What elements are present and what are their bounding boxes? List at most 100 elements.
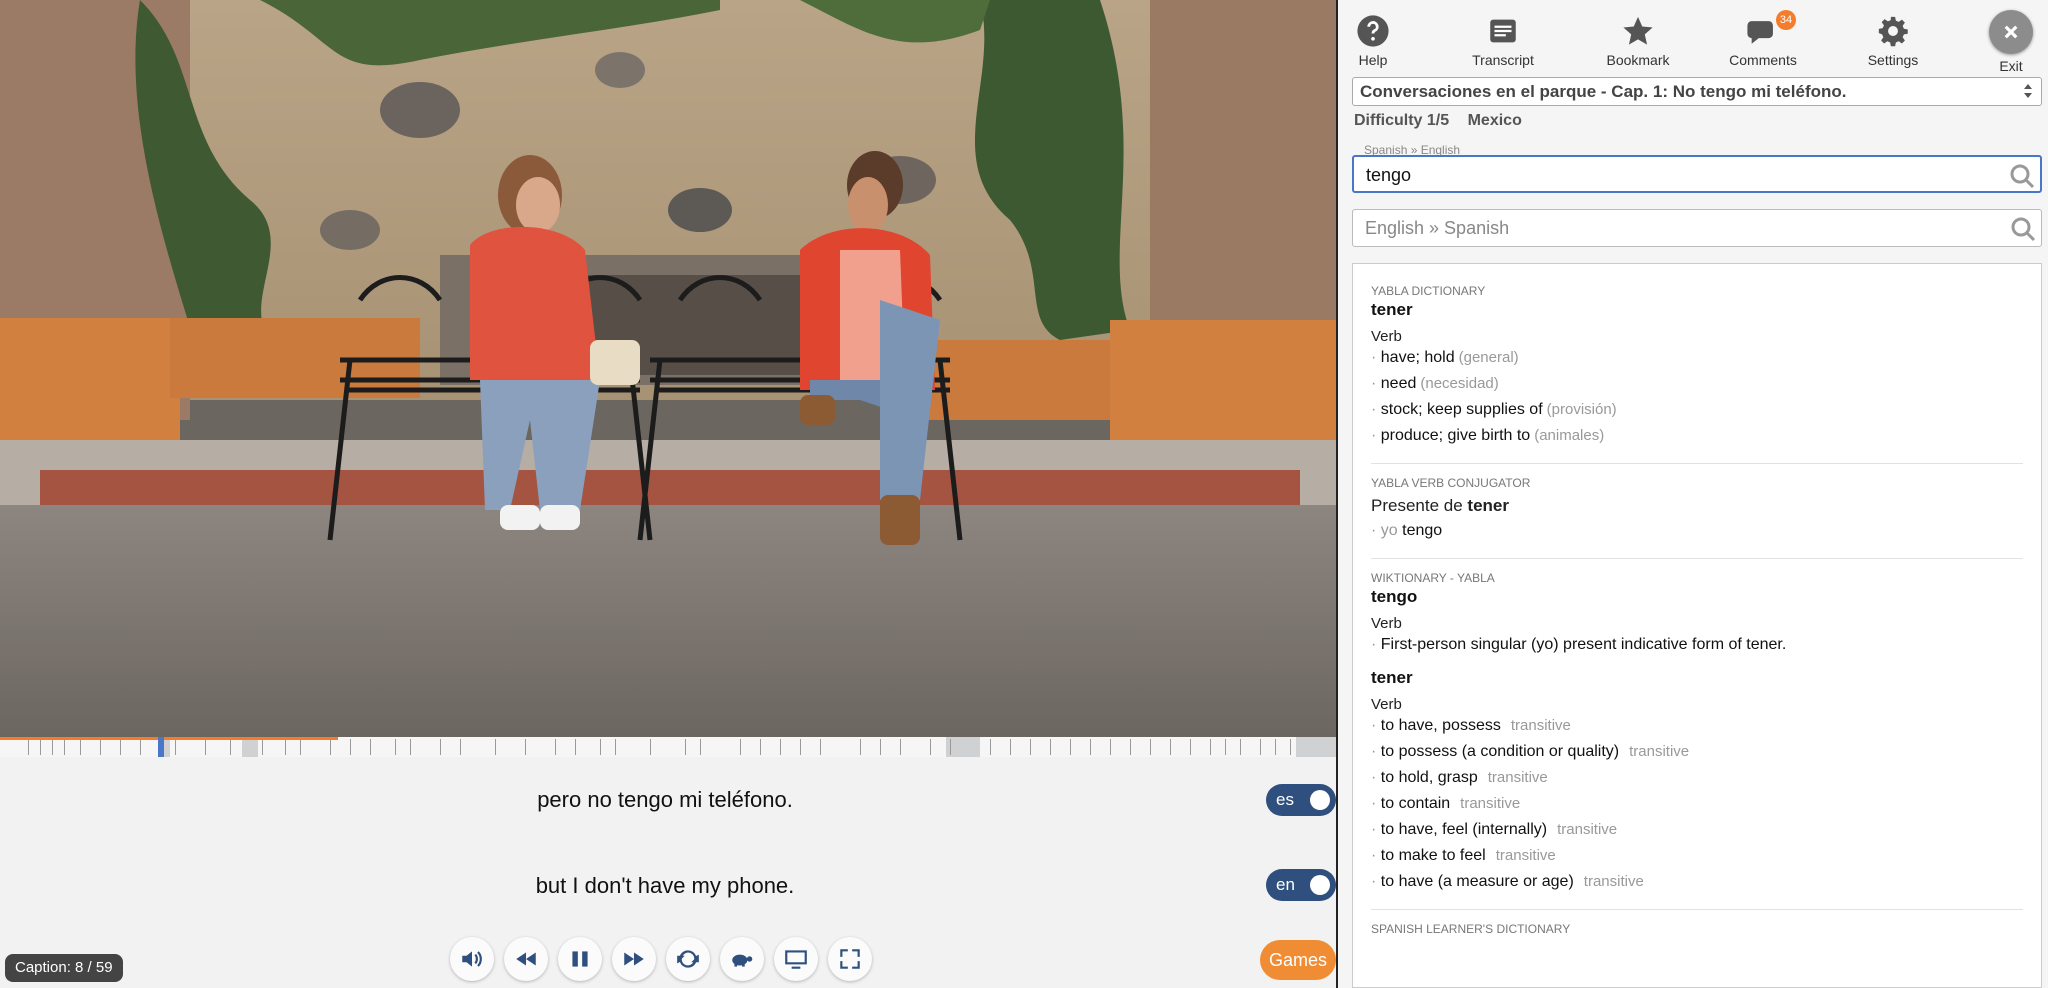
- comments-button[interactable]: 34 Comments: [1716, 10, 1810, 68]
- caption-tick[interactable]: [700, 739, 701, 755]
- settings-button[interactable]: Settings: [1848, 14, 1938, 68]
- games-button[interactable]: Games: [1260, 940, 1336, 980]
- pause-button[interactable]: [558, 937, 602, 981]
- caption-tick[interactable]: [205, 739, 206, 755]
- caption-tick[interactable]: [1275, 739, 1276, 755]
- video-frame: [0, 0, 1336, 738]
- caption-tick[interactable]: [780, 739, 781, 755]
- caption-tick[interactable]: [100, 739, 101, 755]
- definition-text: to have (a measure or age): [1380, 873, 1574, 890]
- caption-tick[interactable]: [1170, 739, 1171, 755]
- spanish-caption-toggle[interactable]: es: [1266, 784, 1336, 816]
- caption-tick[interactable]: [140, 739, 141, 755]
- caption-tick[interactable]: [395, 739, 396, 755]
- spanish-search-input[interactable]: tengo: [1352, 155, 2042, 193]
- caption-tick[interactable]: [80, 739, 81, 755]
- caption-tick[interactable]: [440, 739, 441, 755]
- caption-tick[interactable]: [555, 739, 556, 755]
- caption-tick[interactable]: [1090, 739, 1091, 755]
- caption-tick[interactable]: [860, 739, 861, 755]
- loop-button[interactable]: [666, 937, 710, 981]
- caption-tick[interactable]: [1050, 739, 1051, 755]
- volume-button[interactable]: [450, 937, 494, 981]
- timeline-playhead[interactable]: [158, 737, 164, 757]
- timeline-segment[interactable]: [980, 737, 1296, 757]
- caption-tick[interactable]: [262, 739, 263, 755]
- screen-mode-button[interactable]: [774, 937, 818, 981]
- caption-timeline[interactable]: [0, 737, 1336, 757]
- caption-tick[interactable]: [1010, 739, 1011, 755]
- caption-tick[interactable]: [1150, 739, 1151, 755]
- bookmark-button[interactable]: Bookmark: [1588, 14, 1688, 68]
- english-search-input[interactable]: English » Spanish: [1352, 209, 2042, 247]
- caption-tick[interactable]: [64, 739, 65, 755]
- caption-tick[interactable]: [40, 739, 41, 755]
- caption-tick[interactable]: [410, 739, 411, 755]
- dictionary-results: YABLA DICTIONARY tener Verb · have; hold…: [1352, 263, 2042, 988]
- caption-tick[interactable]: [350, 739, 351, 755]
- caption-tick[interactable]: [650, 739, 651, 755]
- caption-tick[interactable]: [1190, 739, 1191, 755]
- search-icon[interactable]: [2009, 215, 2037, 243]
- caption-tick[interactable]: [685, 739, 686, 755]
- learners-source: SPANISH LEARNER'S DICTIONARY: [1371, 922, 1571, 936]
- wiktionary-headword: tengo: [1371, 587, 1418, 606]
- volume-icon: [462, 951, 482, 967]
- caption-tick[interactable]: [930, 739, 931, 755]
- caption-tick[interactable]: [1260, 739, 1261, 755]
- timeline-segment[interactable]: [258, 737, 946, 757]
- help-button[interactable]: Help: [1348, 14, 1398, 68]
- caption-tick[interactable]: [880, 739, 881, 755]
- rewind-button[interactable]: [504, 937, 548, 981]
- english-caption[interactable]: but I don't have my phone.: [0, 873, 1330, 899]
- caption-tick[interactable]: [1110, 739, 1111, 755]
- caption-tick[interactable]: [990, 739, 991, 755]
- caption-tick[interactable]: [460, 739, 461, 755]
- fullscreen-button[interactable]: [828, 937, 872, 981]
- caption-tick[interactable]: [760, 739, 761, 755]
- forward-button[interactable]: [612, 937, 656, 981]
- caption-tick[interactable]: [820, 739, 821, 755]
- english-caption-toggle[interactable]: en: [1266, 869, 1336, 901]
- toggle-knob: [1310, 875, 1330, 895]
- exit-button[interactable]: Exit: [1986, 10, 2036, 74]
- transcript-button[interactable]: Transcript: [1458, 14, 1548, 68]
- caption-tick[interactable]: [175, 739, 176, 755]
- caption-tick[interactable]: [1070, 739, 1071, 755]
- caption-tick[interactable]: [370, 739, 371, 755]
- definition-text: First-person singular (yo) present indic…: [1380, 636, 1787, 653]
- caption-tick[interactable]: [330, 739, 331, 755]
- caption-tick[interactable]: [230, 739, 231, 755]
- search-icon[interactable]: [2008, 162, 2036, 190]
- caption-tick[interactable]: [615, 739, 616, 755]
- dictionary-headword: tener: [1371, 300, 1413, 319]
- spanish-caption[interactable]: pero no tengo mi teléfono.: [0, 787, 1330, 813]
- caption-tick[interactable]: [525, 739, 526, 755]
- caption-tick[interactable]: [1030, 739, 1031, 755]
- video-player[interactable]: [0, 0, 1336, 738]
- caption-tick[interactable]: [120, 739, 121, 755]
- caption-tick[interactable]: [900, 739, 901, 755]
- caption-tick[interactable]: [575, 739, 576, 755]
- caption-tick[interactable]: [285, 739, 286, 755]
- caption-tick[interactable]: [800, 739, 801, 755]
- dictionary-pos: Verb: [1371, 328, 1402, 345]
- caption-tick[interactable]: [740, 739, 741, 755]
- video-title-select[interactable]: Conversaciones en el parque - Cap. 1: No…: [1352, 77, 2042, 106]
- caption-tick[interactable]: [52, 739, 53, 755]
- caption-tick[interactable]: [1225, 739, 1226, 755]
- caption-tick[interactable]: [1130, 739, 1131, 755]
- caption-tick[interactable]: [1240, 739, 1241, 755]
- caption-tick[interactable]: [300, 739, 301, 755]
- definition-text: to contain: [1380, 795, 1451, 812]
- caption-tick[interactable]: [28, 739, 29, 755]
- definition-tag: transitive: [1583, 873, 1644, 890]
- caption-tick[interactable]: [1210, 739, 1211, 755]
- definition-tag: transitive: [1460, 795, 1521, 812]
- caption-tick[interactable]: [950, 739, 951, 755]
- caption-tick[interactable]: [600, 739, 601, 755]
- caption-tick[interactable]: [1290, 739, 1291, 755]
- caption-tick[interactable]: [495, 739, 496, 755]
- timeline-segment[interactable]: [170, 737, 242, 757]
- slow-speed-button[interactable]: [720, 937, 764, 981]
